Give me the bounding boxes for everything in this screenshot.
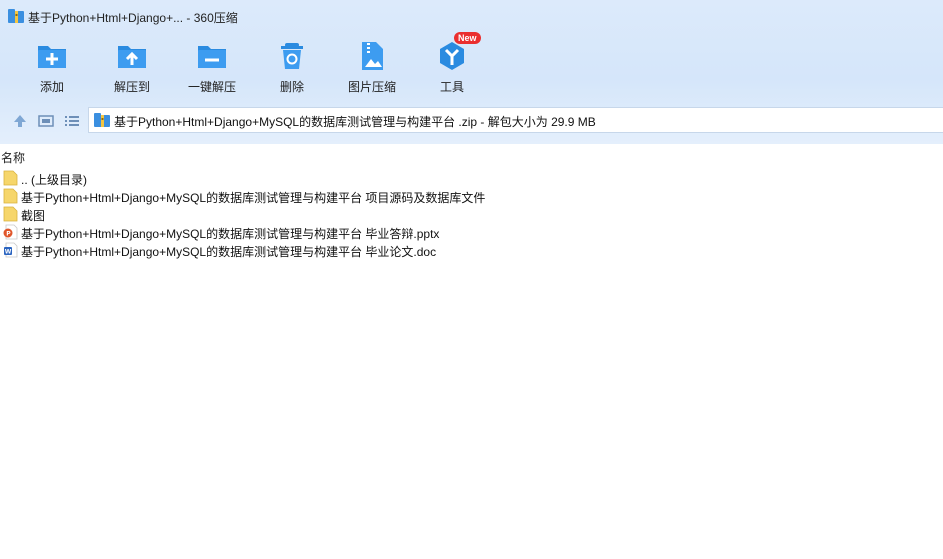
navigation-row: 基于Python+Html+Django+MySQL的数据库测试管理与构建平台 …	[0, 106, 943, 136]
image-compress-icon	[362, 42, 383, 70]
list-view-icon[interactable]	[64, 113, 80, 129]
file-name: 截图	[21, 209, 46, 223]
thumbnail-view-icon[interactable]	[38, 113, 54, 129]
one-click-extract-label: 一键解压	[187, 80, 236, 94]
delete-label: 删除	[279, 80, 304, 94]
file-name: .. (上级目录)	[21, 173, 87, 187]
add-label: 添加	[39, 80, 64, 94]
svg-text:P: P	[6, 231, 11, 238]
up-arrow-icon[interactable]	[12, 113, 28, 129]
archive-icon	[94, 113, 110, 127]
folder-icon	[3, 188, 18, 204]
new-badge: New	[454, 32, 481, 44]
one-click-extract-icon	[198, 46, 226, 68]
list-item[interactable]: W 基于Python+Html+Django+MySQL的数据库测试管理与构建平…	[0, 241, 943, 259]
add-icon	[38, 46, 66, 68]
doc-file-icon: W	[4, 242, 18, 258]
list-item[interactable]: 截图	[0, 205, 943, 223]
main-toolbar: 添加 解压到 一键解压 删除 图片压缩 New 工具	[0, 32, 943, 98]
file-name: 基于Python+Html+Django+MySQL的数据库测试管理与构建平台 …	[21, 227, 440, 241]
address-bar[interactable]: 基于Python+Html+Django+MySQL的数据库测试管理与构建平台 …	[88, 107, 943, 133]
folder-icon	[3, 206, 18, 222]
list-item[interactable]: P 基于Python+Html+Django+MySQL的数据库测试管理与构建平…	[0, 223, 943, 241]
extract-to-button[interactable]: 解压到	[92, 36, 172, 98]
image-compress-button[interactable]: 图片压缩	[332, 36, 412, 98]
one-click-extract-button[interactable]: 一键解压	[172, 36, 252, 98]
list-item[interactable]: .. (上级目录)	[0, 169, 943, 187]
tools-button[interactable]: New 工具	[412, 32, 492, 98]
add-button[interactable]: 添加	[12, 36, 92, 98]
file-name: 基于Python+Html+Django+MySQL的数据库测试管理与构建平台 …	[21, 245, 437, 259]
pptx-file-icon: P	[3, 224, 18, 240]
name-column-header[interactable]: 名称	[0, 145, 943, 167]
extract-to-icon	[118, 46, 146, 68]
list-item[interactable]: 基于Python+Html+Django+MySQL的数据库测试管理与构建平台 …	[0, 187, 943, 205]
image-compress-label: 图片压缩	[347, 80, 396, 94]
svg-text:W: W	[5, 249, 12, 256]
file-list: .. (上级目录) 基于Python+Html+Django+MySQL的数据库…	[0, 169, 943, 259]
extract-to-label: 解压到	[113, 80, 150, 94]
title-bar: 基于Python+Html+Django+... - 360压缩	[0, 0, 943, 32]
delete-button[interactable]: 删除	[252, 36, 332, 98]
delete-icon	[281, 43, 303, 69]
archive-app-icon	[8, 9, 24, 23]
tools-icon	[440, 42, 464, 70]
folder-icon	[3, 170, 18, 186]
tools-label: 工具	[439, 80, 464, 94]
archive-path: 基于Python+Html+Django+MySQL的数据库测试管理与构建平台 …	[114, 115, 596, 129]
window-title: 基于Python+Html+Django+... - 360压缩	[28, 11, 238, 25]
name-column-label: 名称	[1, 151, 26, 165]
top-panel: 基于Python+Html+Django+... - 360压缩 添加 解压到	[0, 0, 943, 144]
file-name: 基于Python+Html+Django+MySQL的数据库测试管理与构建平台 …	[21, 191, 486, 205]
